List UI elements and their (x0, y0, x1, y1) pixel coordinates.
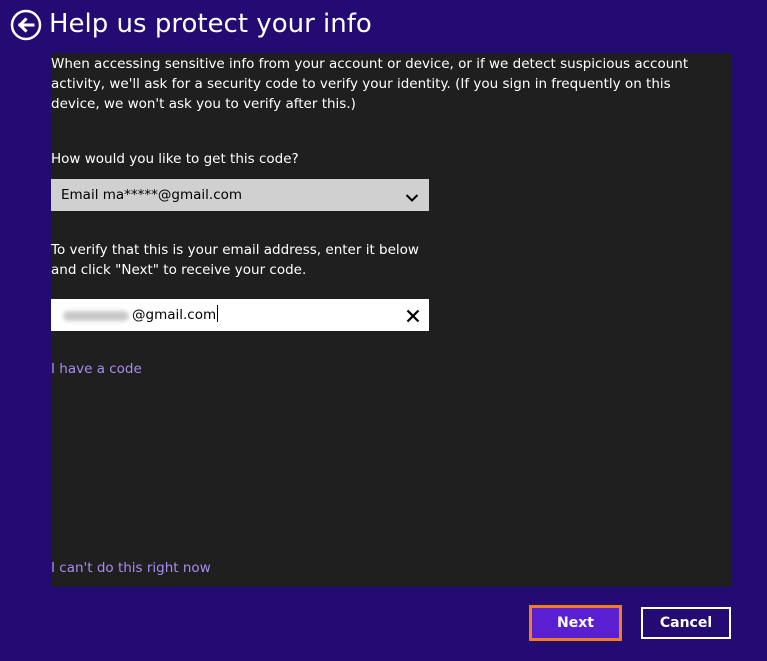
code-method-value: Email ma*****@gmail.com (61, 187, 243, 203)
verify-instructions: To verify that this is your email addres… (51, 242, 419, 278)
chevron-down-icon (405, 189, 419, 202)
back-button[interactable] (10, 9, 42, 41)
email-input-value: @gmail.com (132, 305, 219, 323)
code-method-question: How would you like to get this code? (51, 151, 299, 167)
cancel-button[interactable]: Cancel (641, 607, 731, 639)
intro-text: When accessing sensitive info from your … (51, 56, 689, 112)
close-icon[interactable] (406, 308, 420, 323)
back-arrow-icon (10, 9, 42, 41)
cant-do-this-now-link[interactable]: I can't do this right now (51, 558, 211, 578)
blurred-email-prefix (63, 311, 129, 321)
text-caret (217, 305, 219, 322)
code-method-select[interactable]: Email ma*****@gmail.com (51, 179, 429, 211)
have-code-link[interactable]: I have a code (51, 359, 142, 379)
next-button[interactable]: Next (529, 605, 622, 641)
email-input[interactable]: @gmail.com (51, 299, 429, 331)
content-panel: When accessing sensitive info from your … (51, 53, 731, 587)
page-title: Help us protect your info (49, 9, 372, 39)
